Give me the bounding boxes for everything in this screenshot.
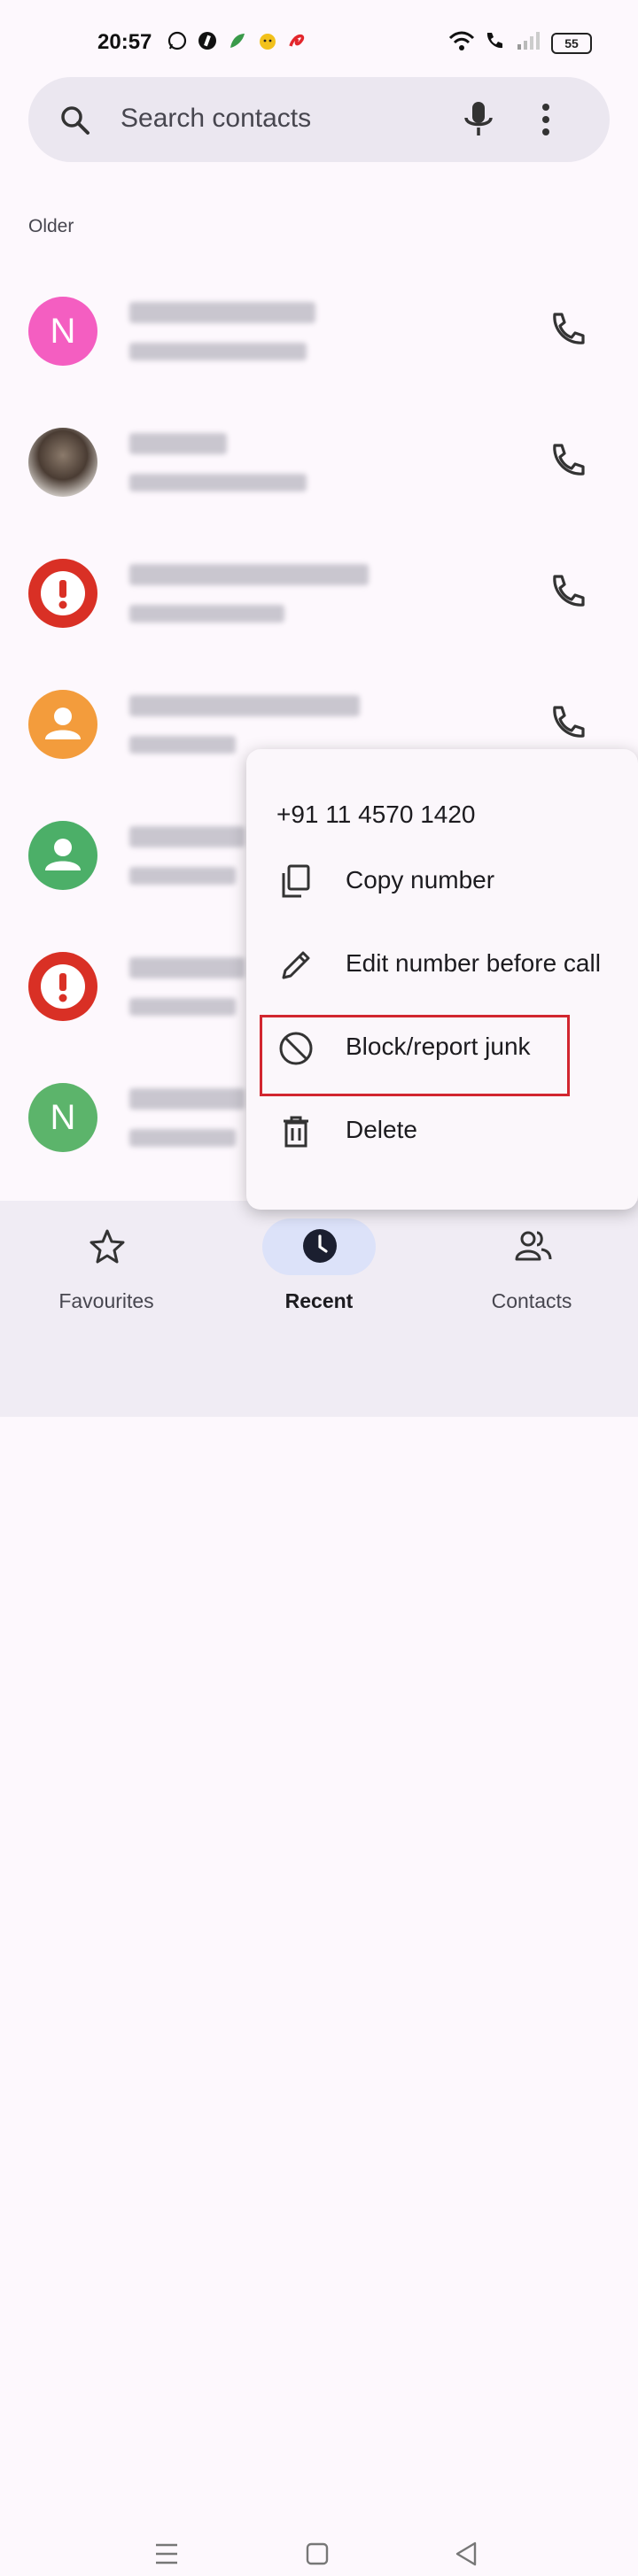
people-icon xyxy=(514,1227,552,1265)
wifi-icon xyxy=(448,30,475,56)
call-details-redacted xyxy=(129,603,324,624)
avatar-letter: N xyxy=(50,312,76,351)
menu-item-copy-number[interactable]: Copy number xyxy=(246,841,638,923)
call-icon[interactable] xyxy=(546,440,588,483)
menu-item-delete[interactable]: Delete xyxy=(246,1091,638,1172)
context-menu: +91 11 4570 1420 Copy number Edit number… xyxy=(246,749,638,1210)
wifi-call-icon xyxy=(484,30,507,56)
airtel-icon xyxy=(287,30,308,51)
person-icon xyxy=(45,708,81,739)
call-icon[interactable] xyxy=(546,309,588,352)
popup-phone-number: +91 11 4570 1420 xyxy=(276,801,476,828)
call-log-item[interactable] xyxy=(0,523,638,656)
menu-label: Copy number xyxy=(346,866,495,893)
call-details-redacted xyxy=(129,472,324,493)
status-bar: 20:57 55 xyxy=(0,0,638,80)
avatar-photo xyxy=(28,428,97,497)
menu-label: Edit number before call xyxy=(346,949,601,977)
junk-warning-icon xyxy=(41,571,85,615)
nav-recent[interactable]: Recent xyxy=(213,1201,425,1312)
contact-name-redacted xyxy=(129,693,360,718)
call-icon[interactable] xyxy=(546,571,588,614)
avatar: N xyxy=(28,1083,97,1152)
nav-favourites-label: Favourites xyxy=(58,1289,154,1312)
avatar: N xyxy=(28,297,97,366)
nav-contacts-label: Contacts xyxy=(491,1289,572,1312)
app-i-icon xyxy=(197,30,218,51)
leaf-app-icon xyxy=(227,30,248,51)
nav-favourites[interactable]: Favourites xyxy=(0,1201,213,1312)
call-log-item[interactable]: N xyxy=(0,261,638,394)
junk-warning-icon xyxy=(41,964,85,1009)
highlight-box xyxy=(260,1015,570,1096)
person-avatar xyxy=(28,821,97,890)
contact-name-redacted xyxy=(129,431,360,456)
recents-menu-icon[interactable] xyxy=(149,2536,184,2572)
section-title: Older xyxy=(28,216,74,236)
person-avatar xyxy=(28,690,97,759)
junk-avatar xyxy=(28,952,97,1021)
back-button-icon[interactable] xyxy=(448,2536,484,2572)
system-icons: 55 xyxy=(448,30,592,56)
call-log-item[interactable] xyxy=(0,392,638,525)
whatsapp-icon xyxy=(167,30,188,51)
menu-label: Delete xyxy=(346,1116,417,1143)
battery-indicator: 55 xyxy=(551,32,592,54)
nav-contacts[interactable]: Contacts xyxy=(425,1201,638,1312)
star-icon xyxy=(89,1227,126,1265)
call-icon[interactable] xyxy=(546,702,588,745)
emoji-app-icon xyxy=(257,30,278,51)
home-button-icon[interactable] xyxy=(300,2536,335,2572)
contact-name-redacted xyxy=(129,300,360,325)
search-icon xyxy=(58,104,90,135)
pencil-icon xyxy=(276,946,315,985)
avatar-letter: N xyxy=(50,1098,76,1137)
trash-icon xyxy=(276,1112,315,1151)
call-details-redacted xyxy=(129,341,324,362)
clock-icon xyxy=(301,1227,338,1265)
bottom-navigation: Favourites Recent Contacts xyxy=(0,1201,638,2566)
junk-avatar xyxy=(28,559,97,628)
status-time: 20:57 xyxy=(97,30,152,54)
copy-icon xyxy=(276,863,315,901)
notification-icons xyxy=(167,30,308,51)
search-input[interactable]: Search contacts xyxy=(121,104,311,134)
signal-icon xyxy=(516,30,542,56)
contact-name-redacted xyxy=(129,562,369,587)
search-bar[interactable]: Search contacts xyxy=(28,77,610,162)
nav-recent-label: Recent xyxy=(284,1289,354,1312)
person-icon xyxy=(45,839,81,870)
mic-icon[interactable] xyxy=(461,100,496,139)
menu-item-edit-number[interactable]: Edit number before call xyxy=(246,924,638,1006)
menu-item-block-report[interactable]: Block/report junk xyxy=(246,1008,638,1096)
more-vert-icon[interactable] xyxy=(539,102,553,137)
